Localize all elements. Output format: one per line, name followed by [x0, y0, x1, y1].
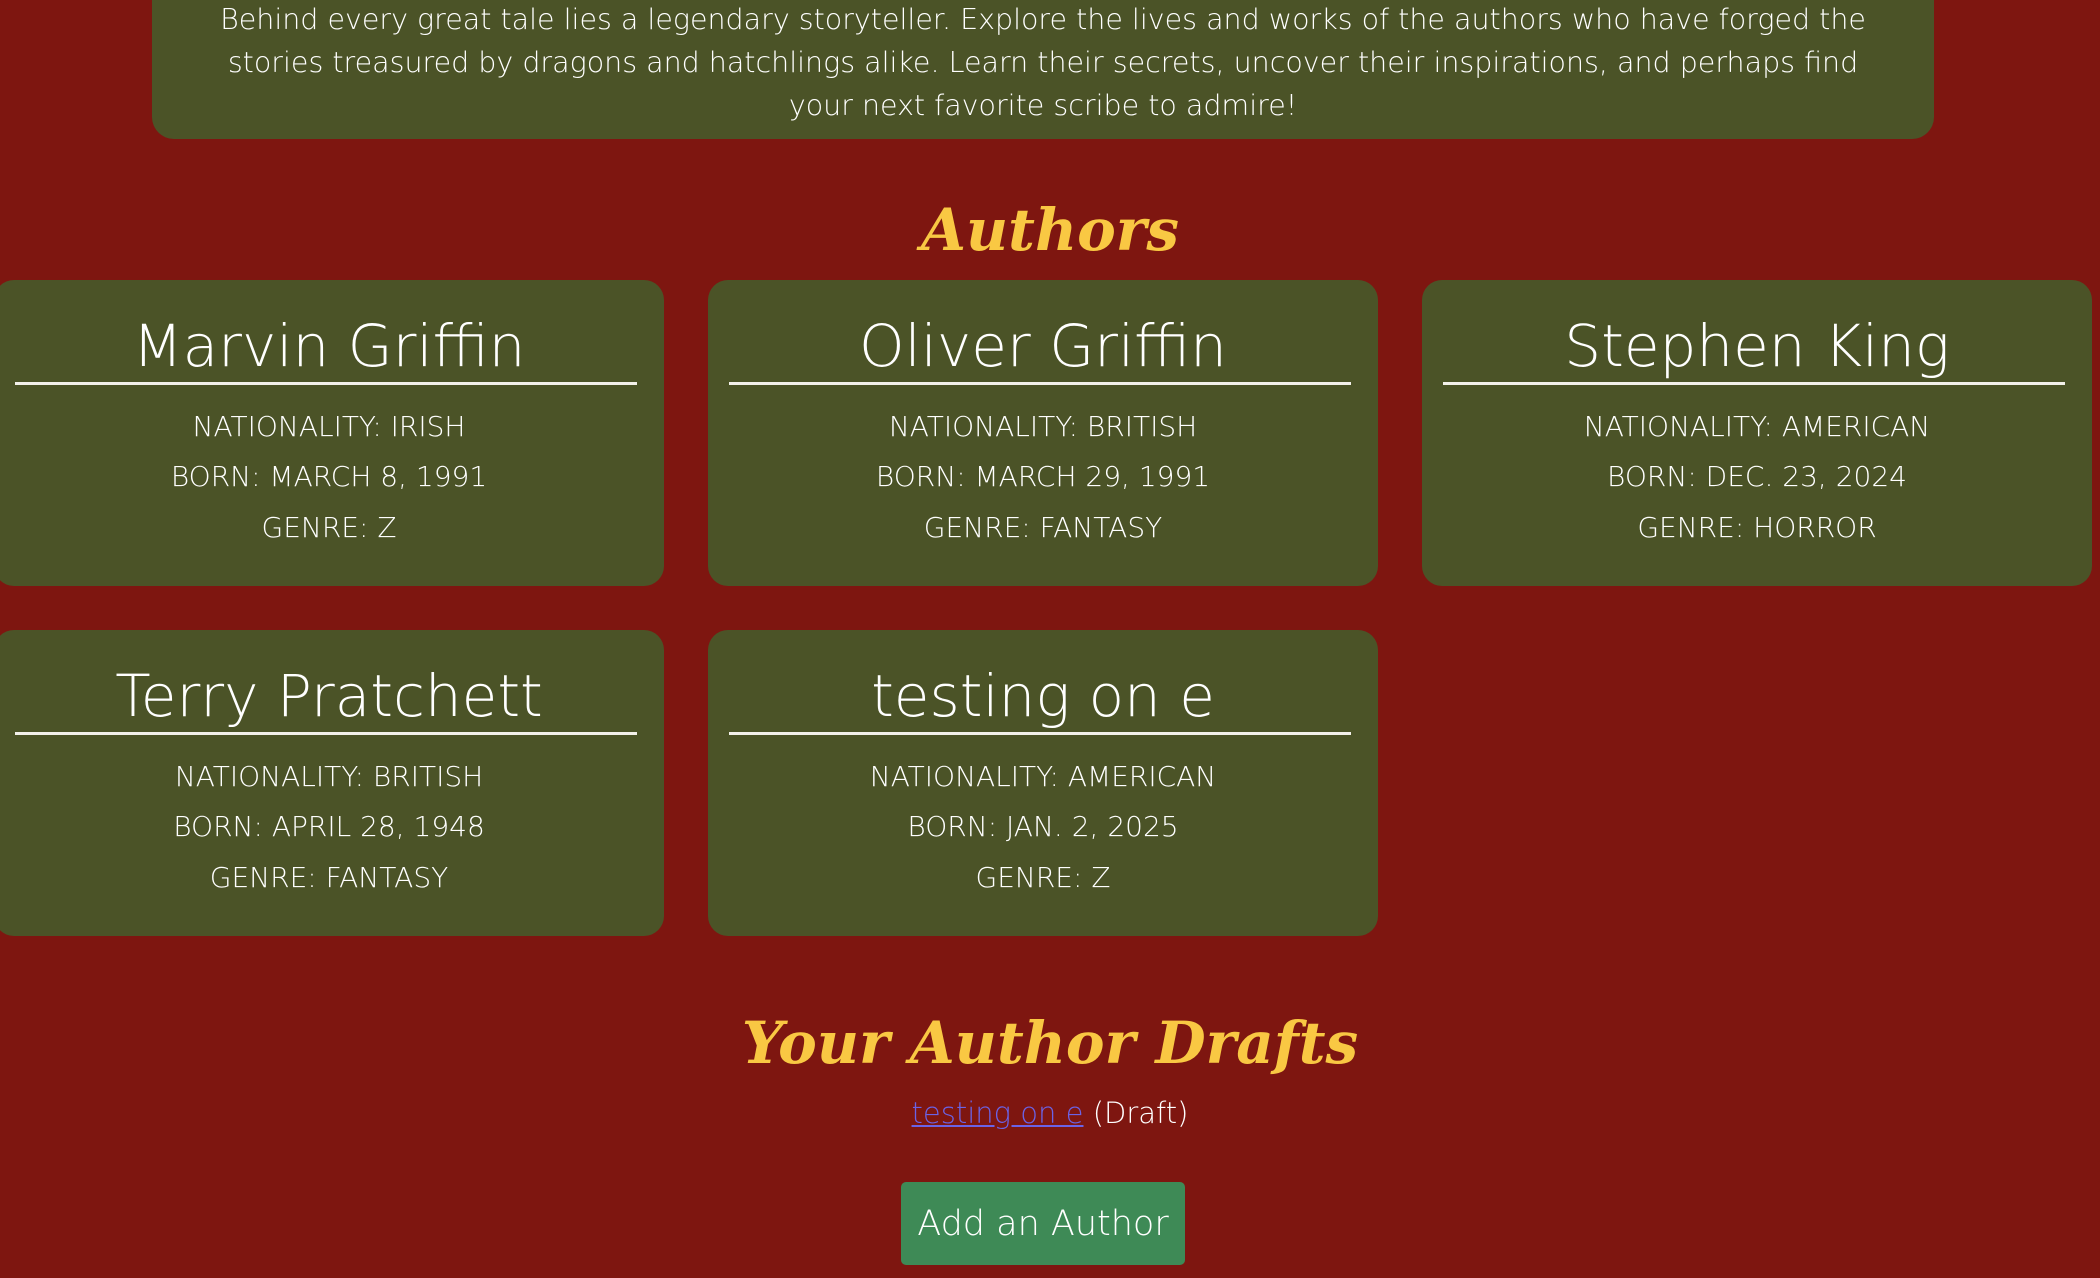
draft-link[interactable]: testing on e	[912, 1096, 1084, 1130]
add-author-button[interactable]: Add an Author	[901, 1182, 1185, 1265]
author-name: Marvin Griffin	[132, 312, 526, 380]
author-born: BORN: APRIL 28, 1948	[173, 810, 485, 843]
draft-list-item: testing on e (Draft)	[0, 1094, 2100, 1132]
author-name: Oliver Griffin	[859, 312, 1227, 380]
author-card[interactable]: Marvin Griffin NATIONALITY: IRISH BORN: …	[0, 280, 664, 586]
card-divider	[15, 382, 637, 385]
card-divider	[729, 382, 1351, 385]
card-divider	[729, 732, 1351, 735]
author-genre: GENRE: Z	[261, 511, 397, 544]
authors-heading: Authors	[920, 196, 1180, 264]
author-name: Terry Pratchett	[115, 662, 543, 730]
author-genre: GENRE: Z	[975, 861, 1111, 894]
author-nationality: NATIONALITY: BRITISH	[174, 760, 484, 793]
author-born: BORN: JAN. 2, 2025	[907, 810, 1179, 843]
author-nationality: NATIONALITY: BRITISH	[888, 410, 1198, 443]
author-born: BORN: DEC. 23, 2024	[1607, 460, 1907, 493]
author-nationality: NATIONALITY: AMERICAN	[1583, 410, 1931, 443]
author-card[interactable]: testing on e NATIONALITY: AMERICAN BORN:…	[708, 630, 1378, 936]
author-nationality: NATIONALITY: AMERICAN	[869, 760, 1217, 793]
intro-panel: Behind every great tale lies a legendary…	[152, 0, 1934, 139]
author-card[interactable]: Oliver Griffin NATIONALITY: BRITISH BORN…	[708, 280, 1378, 586]
draft-status: (Draft)	[1083, 1096, 1189, 1130]
author-nationality: NATIONALITY: IRISH	[192, 410, 466, 443]
page: Behind every great tale lies a legendary…	[0, 0, 2100, 1278]
author-genre: GENRE: FANTASY	[923, 511, 1163, 544]
author-genre: GENRE: HORROR	[1637, 511, 1877, 544]
author-born: BORN: MARCH 29, 1991	[875, 460, 1211, 493]
author-card[interactable]: Terry Pratchett NATIONALITY: BRITISH BOR…	[0, 630, 664, 936]
intro-text: Behind every great tale lies a legendary…	[220, 3, 1866, 122]
drafts-heading: Your Author Drafts	[741, 1009, 1359, 1077]
author-genre: GENRE: FANTASY	[209, 861, 449, 894]
author-card[interactable]: Stephen King NATIONALITY: AMERICAN BORN:…	[1422, 280, 2092, 586]
card-divider	[1443, 382, 2065, 385]
author-name: testing on e	[871, 662, 1215, 730]
author-name: Stephen King	[1564, 312, 1950, 380]
card-divider	[15, 732, 637, 735]
author-born: BORN: MARCH 8, 1991	[170, 460, 488, 493]
